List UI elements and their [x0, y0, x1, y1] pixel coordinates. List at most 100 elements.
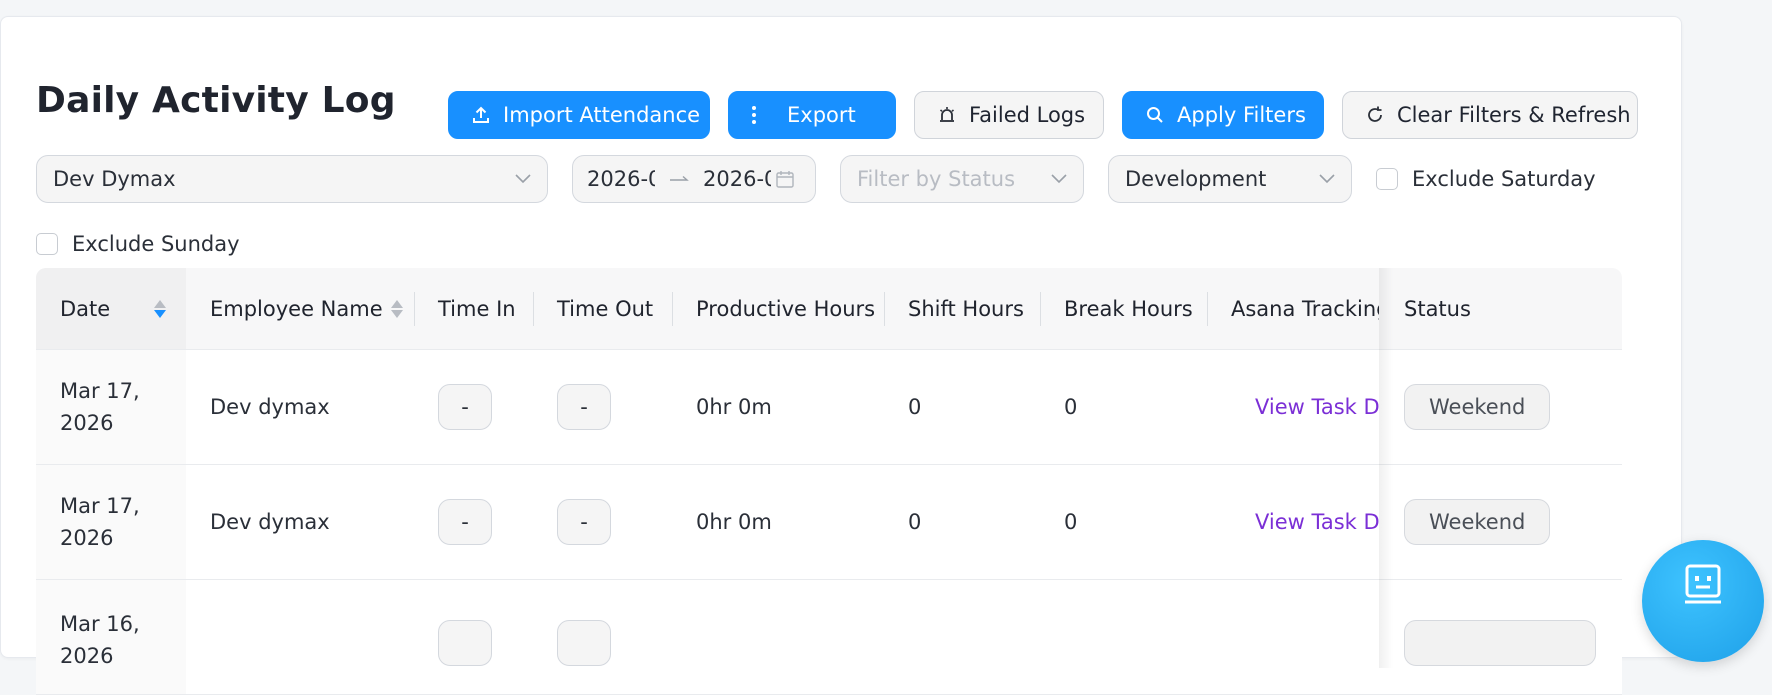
- cell-time-in: -: [414, 465, 492, 579]
- failed-logs-button[interactable]: Failed Logs: [914, 91, 1104, 139]
- cell-time-out: [533, 580, 611, 694]
- column-header-break: Break Hours: [1040, 268, 1193, 349]
- cell-asana: View Task Details: [1207, 465, 1379, 579]
- exclude-saturday-box[interactable]: [1376, 168, 1398, 190]
- status-filter-select[interactable]: Filter by Status: [840, 155, 1084, 203]
- table-row: Mar 17, 2026 Dev dymax - - 0hr 0m 0 0 Vie…: [36, 350, 1622, 465]
- cell-date-line2: 2026: [60, 644, 114, 668]
- cell-asana: View Task Details: [1207, 350, 1379, 464]
- column-header-date-label: Date: [60, 296, 111, 321]
- column-header-employee-label: Employee Name: [210, 296, 383, 321]
- alarm-icon: [939, 107, 955, 122]
- chevron-down-icon: [515, 174, 531, 184]
- calendar-icon: [776, 171, 794, 188]
- cell-date-line2: 2026: [60, 411, 114, 435]
- column-header-employee[interactable]: Employee Name: [186, 268, 403, 349]
- export-button[interactable]: Export: [728, 91, 896, 139]
- cell-date: Mar 16, 2026: [36, 580, 186, 694]
- column-header-time-out: Time Out: [533, 268, 653, 349]
- status-badge: [1404, 620, 1596, 666]
- date-range-picker[interactable]: 2026-03-16 2026-03-17: [572, 155, 816, 203]
- cell-productive: 0hr 0m: [696, 395, 772, 419]
- table-header: Date Employee Name Time In Time Out Prod…: [36, 268, 1622, 350]
- cell-date-line1: Mar 17,: [60, 494, 140, 518]
- cell-date: Mar 17, 2026: [36, 465, 186, 579]
- column-header-shift: Shift Hours: [884, 268, 1024, 349]
- column-header-date[interactable]: Date: [36, 268, 186, 349]
- cell-time-out: -: [533, 350, 611, 464]
- failed-logs-label: Failed Logs: [969, 103, 1086, 127]
- reload-icon: [1368, 106, 1382, 122]
- import-attendance-label: Import Attendance: [503, 103, 701, 127]
- employee-select-value: Dev Dymax: [53, 167, 176, 191]
- toolbar: Import Attendance Export Failed Logs App…: [448, 91, 1638, 139]
- cell-date-line2: 2026: [60, 526, 114, 550]
- time-out-pill[interactable]: -: [557, 499, 611, 545]
- more-vertical-icon: [752, 106, 756, 124]
- cell-employee: Dev dymax: [210, 395, 330, 419]
- cell-break: 0: [1064, 395, 1078, 419]
- cell-status: Weekend: [1380, 465, 1551, 579]
- column-header-time-in-label: Time In: [438, 296, 516, 321]
- cell-time-in: [414, 580, 492, 694]
- time-in-pill[interactable]: [438, 620, 492, 666]
- exclude-sunday-checkbox[interactable]: Exclude Sunday: [36, 232, 240, 256]
- cell-break: 0: [1064, 510, 1078, 534]
- sort-icon[interactable]: [390, 299, 403, 318]
- apply-filters-label: Apply Filters: [1177, 103, 1306, 127]
- cell-date-line1: Mar 16,: [60, 612, 140, 636]
- department-select[interactable]: Development: [1108, 155, 1352, 203]
- column-header-shift-label: Shift Hours: [908, 296, 1024, 321]
- import-attendance-button[interactable]: Import Attendance: [448, 91, 710, 139]
- filter-bar: Dev Dymax 2026-03-16 2026-03-17 Filter b…: [36, 155, 1596, 203]
- page-title: Daily Activity Log: [36, 80, 396, 121]
- exclude-sunday-box[interactable]: [36, 233, 58, 255]
- employee-select[interactable]: Dev Dymax: [36, 155, 548, 203]
- clear-filters-refresh-label: Clear Filters & Refresh: [1397, 103, 1631, 127]
- exclude-saturday-checkbox[interactable]: Exclude Saturday: [1376, 167, 1596, 191]
- cell-productive: 0hr 0m: [696, 510, 772, 534]
- cell-shift: 0: [908, 510, 922, 534]
- swap-right-icon: [670, 175, 689, 181]
- exclude-saturday-label: Exclude Saturday: [1412, 167, 1596, 191]
- cell-status: Weekend: [1380, 350, 1551, 464]
- export-label: Export: [787, 103, 856, 127]
- chevron-down-icon: [1051, 174, 1067, 184]
- column-header-productive-label: Productive Hours: [696, 296, 876, 321]
- column-header-time-out-label: Time Out: [557, 296, 654, 321]
- chatbot-icon: [1685, 564, 1721, 604]
- cell-time-in: -: [414, 350, 492, 464]
- date-range-start[interactable]: 2026-03-16: [587, 167, 655, 191]
- time-in-pill[interactable]: -: [438, 384, 492, 430]
- column-header-productive: Productive Hours: [672, 268, 875, 349]
- cell-employee: Dev dymax: [210, 510, 330, 534]
- status-badge: Weekend: [1404, 499, 1551, 545]
- cell-date-line1: Mar 17,: [60, 379, 140, 403]
- time-in-pill[interactable]: -: [438, 499, 492, 545]
- time-out-pill[interactable]: -: [557, 384, 611, 430]
- exclude-sunday-label: Exclude Sunday: [72, 232, 240, 256]
- time-out-pill[interactable]: [557, 620, 611, 666]
- upload-icon: [473, 106, 489, 123]
- view-task-details-link[interactable]: View Task Details: [1255, 395, 1379, 419]
- column-header-status-label: Status: [1404, 296, 1471, 321]
- activity-table: Date Employee Name Time In Time Out Prod…: [36, 268, 1622, 695]
- status-filter-placeholder: Filter by Status: [857, 167, 1016, 191]
- search-icon: [1147, 107, 1163, 123]
- table-row: Mar 17, 2026 Dev dymax - - 0hr 0m 0 0 Vie…: [36, 465, 1622, 580]
- table-row: Mar 16, 2026: [36, 580, 1622, 695]
- view-task-details-link[interactable]: View Task Details: [1255, 510, 1379, 534]
- status-badge: Weekend: [1404, 384, 1551, 430]
- cell-status: [1380, 580, 1596, 694]
- chatbot-launcher[interactable]: [1642, 540, 1764, 662]
- column-header-asana-label: Asana Tracking: [1231, 296, 1379, 321]
- sort-icon[interactable]: [154, 299, 166, 318]
- column-header-asana: Asana Tracking: [1207, 268, 1379, 349]
- cell-date: Mar 17, 2026: [36, 350, 186, 464]
- apply-filters-button[interactable]: Apply Filters: [1122, 91, 1324, 139]
- cell-time-out: -: [533, 465, 611, 579]
- column-header-status: Status: [1380, 268, 1622, 349]
- chevron-down-icon: [1319, 174, 1335, 184]
- clear-filters-refresh-button[interactable]: Clear Filters & Refresh: [1342, 91, 1638, 139]
- date-range-end[interactable]: 2026-03-17: [703, 167, 771, 191]
